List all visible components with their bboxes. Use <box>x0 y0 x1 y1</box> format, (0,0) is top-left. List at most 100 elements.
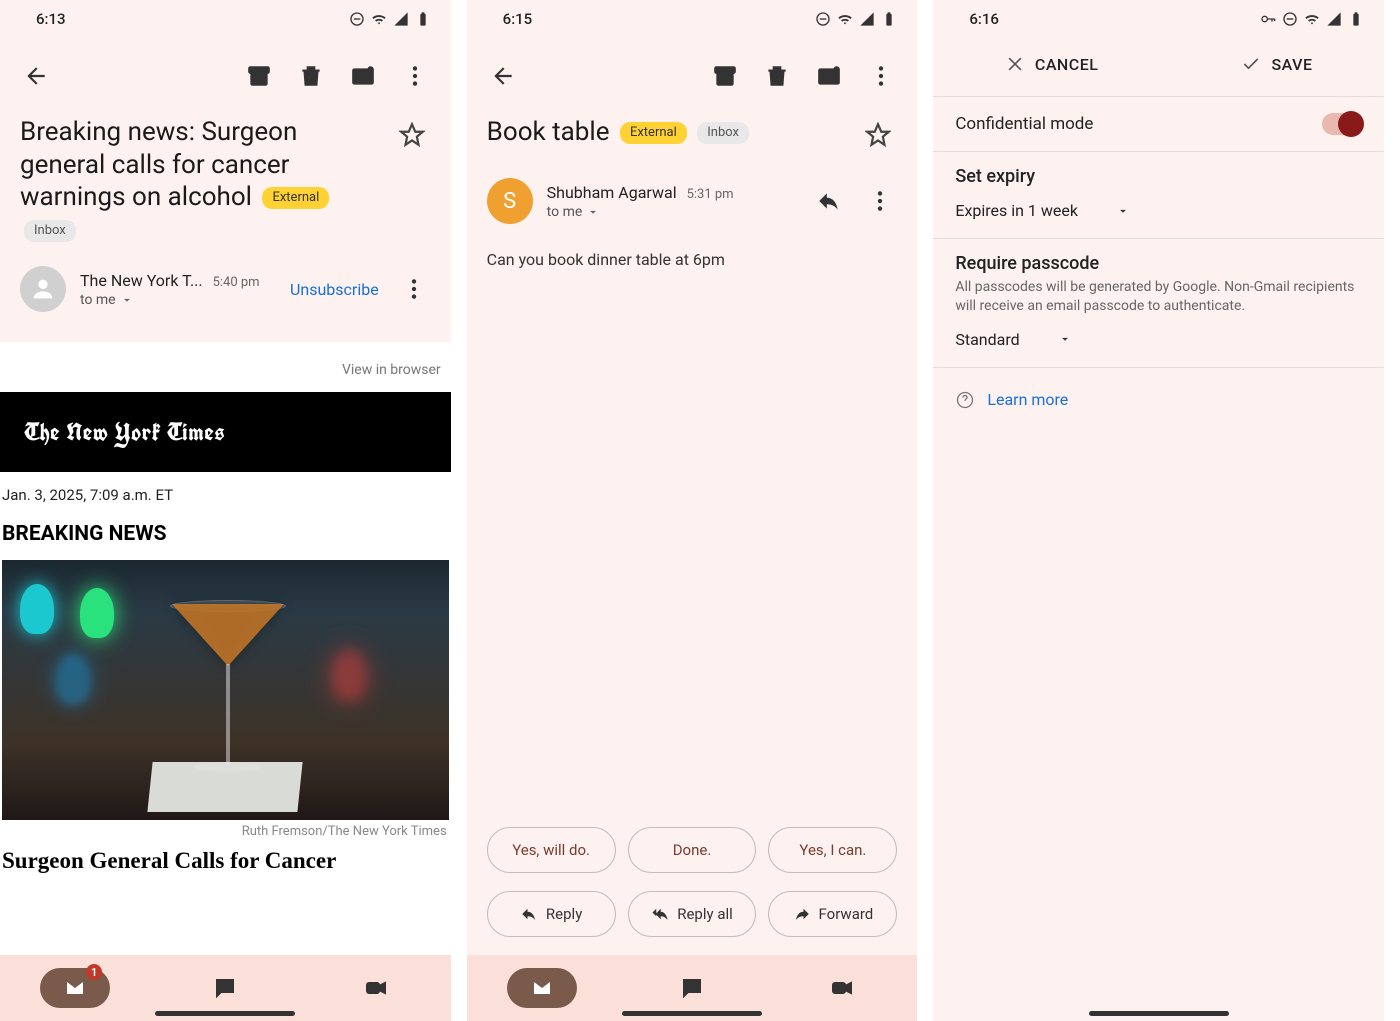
dnd-icon <box>1282 11 1298 27</box>
email-subject: Book table External Inbox <box>487 116 852 149</box>
delete-button[interactable] <box>289 54 333 98</box>
dnd-icon <box>815 11 831 27</box>
sender-info[interactable]: The New York T... 5:40 pm to me <box>80 271 276 308</box>
dnd-icon <box>349 11 365 27</box>
app-bar <box>0 36 451 112</box>
bottom-nav: 1 <box>0 955 451 1021</box>
gesture-bar[interactable] <box>622 1011 762 1016</box>
reply-all-icon <box>651 905 669 923</box>
reply-icon <box>520 905 538 923</box>
sender-row: The New York T... 5:40 pm to me Unsubscr… <box>0 254 451 324</box>
signal-icon <box>1326 11 1342 27</box>
reply-chip[interactable]: Reply <box>487 891 616 937</box>
back-button[interactable] <box>14 54 58 98</box>
passcode-dropdown[interactable]: Standard <box>955 330 1071 349</box>
subject-row: Breaking news: Surgeon general calls for… <box>0 112 451 254</box>
subject-text: Book table <box>487 117 610 147</box>
sender-avatar[interactable]: S <box>487 178 533 224</box>
help-icon <box>955 390 975 410</box>
delete-button[interactable] <box>755 54 799 98</box>
sender-more-button[interactable] <box>863 179 897 223</box>
status-bar: 6:16 <box>933 0 1384 36</box>
sender-info[interactable]: Shubham Agarwal 5:31 pm to me <box>547 183 796 220</box>
chevron-down-icon <box>120 293 134 307</box>
caret-down-icon <box>1116 204 1130 218</box>
battery-icon <box>415 11 431 27</box>
signal-icon <box>859 11 875 27</box>
to-line: to me <box>80 292 116 308</box>
inbox-label: Inbox <box>697 122 749 144</box>
mark-unread-button[interactable] <box>807 54 851 98</box>
cancel-save-row: CANCEL SAVE <box>933 36 1384 97</box>
status-bar: 6:15 <box>467 0 918 36</box>
subject-row: Book table External Inbox <box>467 112 918 166</box>
expiry-dropdown[interactable]: Expires in 1 week <box>955 201 1130 220</box>
back-button[interactable] <box>481 54 525 98</box>
battery-icon <box>1348 11 1364 27</box>
nav-mail[interactable] <box>507 968 577 1008</box>
passcode-value: Standard <box>955 330 1019 349</box>
status-icons <box>1260 11 1364 27</box>
forward-icon <box>793 905 811 923</box>
panel-confidential-settings: 6:16 CANCEL SAVE Confidential mode Set e… <box>933 0 1400 1021</box>
sender-row: S Shubham Agarwal 5:31 pm to me <box>467 166 918 236</box>
star-button[interactable] <box>859 116 897 158</box>
panel-email-book: 6:15 Book table External Inbox <box>467 0 934 1021</box>
image-credit: Ruth Fremson/The New York Times <box>2 820 449 845</box>
sender-time: 5:40 pm <box>213 275 260 290</box>
confidential-toggle[interactable] <box>1322 113 1362 135</box>
smart-reply-1[interactable]: Yes, will do. <box>487 827 616 873</box>
confidential-mode-row: Confidential mode <box>933 97 1384 152</box>
email-subject: Breaking news: Surgeon general calls for… <box>20 116 385 246</box>
sender-avatar[interactable] <box>20 266 66 312</box>
bottom-nav <box>467 955 918 1021</box>
caret-down-icon <box>1058 332 1072 346</box>
article-date: Jan. 3, 2025, 7:09 a.m. ET <box>2 472 449 514</box>
nav-chat[interactable] <box>657 968 727 1008</box>
smart-reply-3[interactable]: Yes, I can. <box>768 827 897 873</box>
unsubscribe-link[interactable]: Unsubscribe <box>290 280 379 299</box>
forward-chip[interactable]: Forward <box>768 891 897 937</box>
sender-name: The New York T... <box>80 271 203 290</box>
status-time: 6:16 <box>969 10 999 28</box>
more-button[interactable] <box>393 54 437 98</box>
expiry-section: Set expiry Expires in 1 week <box>933 152 1384 239</box>
to-line: to me <box>547 204 583 220</box>
gesture-bar[interactable] <box>1089 1011 1229 1016</box>
passcode-title: Require passcode <box>955 253 1362 274</box>
wifi-icon <box>837 11 853 27</box>
learn-more-link[interactable]: Learn more <box>933 368 1384 432</box>
more-button[interactable] <box>859 54 903 98</box>
sender-time: 5:31 pm <box>687 187 734 202</box>
message-body: Can you book dinner table at 6pm <box>467 236 918 827</box>
confidential-mode-label: Confidential mode <box>955 114 1322 134</box>
save-button[interactable]: SAVE <box>1241 54 1312 74</box>
reply-all-chip[interactable]: Reply all <box>628 891 757 937</box>
email-body[interactable]: View in browser The New York Times Jan. … <box>0 342 451 955</box>
mark-unread-button[interactable] <box>341 54 385 98</box>
nav-mail[interactable]: 1 <box>40 968 110 1008</box>
nav-chat[interactable] <box>190 968 260 1008</box>
status-time: 6:15 <box>503 10 533 28</box>
panel-email-nyt: 6:13 Breaking news: Surgeon general call… <box>0 0 467 1021</box>
status-icons <box>815 11 897 27</box>
external-label: External <box>262 187 329 209</box>
mail-badge: 1 <box>86 964 102 980</box>
nav-video[interactable] <box>807 968 877 1008</box>
sender-more-button[interactable] <box>397 267 431 311</box>
archive-button[interactable] <box>703 54 747 98</box>
gesture-bar[interactable] <box>155 1011 295 1016</box>
smart-reply-2[interactable]: Done. <box>628 827 757 873</box>
wifi-icon <box>371 11 387 27</box>
archive-button[interactable] <box>237 54 281 98</box>
star-button[interactable] <box>393 116 431 158</box>
reply-button[interactable] <box>809 179 849 223</box>
nav-video[interactable] <box>341 968 411 1008</box>
view-in-browser-link[interactable]: View in browser <box>0 342 451 392</box>
cancel-button[interactable]: CANCEL <box>1005 54 1099 74</box>
battery-icon <box>881 11 897 27</box>
article-headline: Surgeon General Calls for Cancer <box>2 845 449 875</box>
check-icon <box>1241 54 1261 74</box>
app-bar <box>467 36 918 112</box>
inbox-label: Inbox <box>24 220 76 242</box>
